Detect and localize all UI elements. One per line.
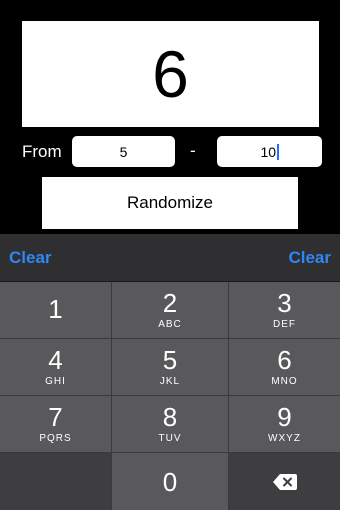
key-digit: 2 bbox=[162, 288, 178, 318]
key-0[interactable]: 0 bbox=[112, 453, 228, 510]
key-7[interactable]: 7 PQRS bbox=[0, 396, 111, 452]
result-value: 6 bbox=[152, 37, 189, 111]
key-digit: 7 bbox=[48, 402, 63, 432]
clear-right-button[interactable]: Clear bbox=[288, 234, 331, 281]
key-letters: DEF bbox=[273, 319, 296, 330]
key-letters: WXYZ bbox=[268, 433, 301, 444]
key-digit: 6 bbox=[277, 345, 292, 375]
result-display: 6 bbox=[22, 21, 319, 127]
numeric-keyboard: Clear Clear 1 2 ABC 3 DEF 4 GHI 5 JKL 6 … bbox=[0, 234, 340, 510]
key-letters: GHI bbox=[45, 376, 66, 387]
max-value-text: 10 bbox=[260, 143, 277, 160]
key-1[interactable]: 1 bbox=[0, 282, 111, 338]
key-3[interactable]: 3 DEF bbox=[229, 282, 340, 338]
backspace-key[interactable] bbox=[229, 453, 340, 510]
key-2[interactable]: 2 ABC bbox=[112, 282, 228, 338]
range-separator: - bbox=[190, 141, 196, 160]
keypad: 1 2 ABC 3 DEF 4 GHI 5 JKL 6 MNO 7 PQRS 8… bbox=[0, 281, 340, 510]
min-value-field[interactable]: 5 bbox=[72, 136, 175, 167]
keyboard-accessory-bar: Clear Clear bbox=[0, 234, 340, 282]
text-caret bbox=[277, 143, 279, 160]
key-5[interactable]: 5 JKL bbox=[112, 339, 228, 395]
key-digit: 5 bbox=[162, 345, 178, 375]
key-digit: 0 bbox=[162, 466, 178, 497]
key-blank bbox=[0, 453, 111, 510]
range-row: From 5 - 10 bbox=[0, 136, 340, 168]
key-4[interactable]: 4 GHI bbox=[0, 339, 111, 395]
key-letters: ABC bbox=[158, 319, 182, 330]
key-6[interactable]: 6 MNO bbox=[229, 339, 340, 395]
key-letters: TUV bbox=[158, 433, 182, 444]
key-digit: 1 bbox=[48, 293, 63, 324]
min-value-text: 5 bbox=[119, 143, 128, 160]
from-label: From bbox=[22, 142, 62, 161]
key-letters: JKL bbox=[159, 376, 181, 387]
randomize-label: Randomize bbox=[127, 193, 213, 212]
key-digit: 4 bbox=[48, 345, 63, 375]
backspace-icon bbox=[272, 473, 297, 490]
key-letters: MNO bbox=[271, 376, 298, 387]
max-value-field[interactable]: 10 bbox=[217, 136, 322, 167]
key-digit: 9 bbox=[277, 402, 292, 432]
key-digit: 3 bbox=[277, 288, 292, 318]
key-letters: PQRS bbox=[39, 433, 72, 444]
key-digit: 8 bbox=[162, 402, 178, 432]
clear-left-button[interactable]: Clear bbox=[9, 234, 52, 281]
key-9[interactable]: 9 WXYZ bbox=[229, 396, 340, 452]
key-8[interactable]: 8 TUV bbox=[112, 396, 228, 452]
randomize-button[interactable]: Randomize bbox=[42, 177, 298, 229]
